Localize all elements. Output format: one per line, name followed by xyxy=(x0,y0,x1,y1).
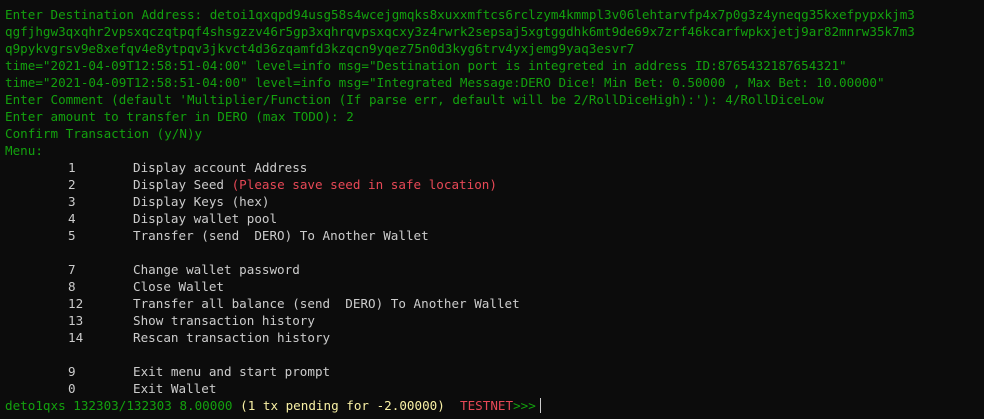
menu-item-number: 12 xyxy=(68,296,84,311)
menu-item[interactable]: 0 Exit Wallet xyxy=(5,380,979,397)
menu-item-label: Rescan transaction history xyxy=(133,330,331,345)
menu-item-number: 3 xyxy=(68,194,76,209)
menu-item-number: 9 xyxy=(68,364,76,379)
confirm-transaction-line: Confirm Transaction (y/N)y xyxy=(5,126,203,141)
menu-item-label: Change wallet password xyxy=(133,262,300,277)
menu-item-number: 5 xyxy=(68,228,76,243)
menu-item-label: Close Wallet xyxy=(133,279,224,294)
destination-address-line: Enter Destination Address: detoi1qxqpd94… xyxy=(5,6,979,23)
menu-item-label: Display account Address xyxy=(133,160,308,175)
menu-item-label: Display Seed xyxy=(133,177,232,192)
menu-title: Menu: xyxy=(5,143,43,158)
destination-address-part-3: q9pykvgrsv9e8xefqv4e8ytpqv3jkvct4d36zqam… xyxy=(5,41,635,56)
menu-item-label: Display wallet pool xyxy=(133,211,278,226)
menu-item-number: 8 xyxy=(68,279,76,294)
menu-item-number: 0 xyxy=(68,381,76,396)
menu-item-label: Exit Wallet xyxy=(133,381,217,396)
wallet-id: deto1qxs xyxy=(5,398,66,413)
menu-item[interactable]: 1 Display account Address xyxy=(5,159,979,176)
comment-prompt-line: Enter Comment (default 'Multiplier/Funct… xyxy=(5,92,824,107)
menu-item[interactable]: 4 Display wallet pool xyxy=(5,210,979,227)
menu-item-number: 1 xyxy=(68,160,76,175)
amount-prompt-line: Enter amount to transfer in DERO (max TO… xyxy=(5,109,354,124)
seed-warning-text: (Please save seed in safe location) xyxy=(231,177,497,192)
menu-group-2: 7 Change wallet password 8 Close Wallet 12… xyxy=(5,261,979,346)
terminal-window[interactable]: Enter Destination Address: detoi1qxqpd94… xyxy=(0,0,984,419)
prompt-symbol: >>> xyxy=(513,398,536,413)
menu-group-1: 1 Display account Address 2 Display Seed (… xyxy=(5,159,979,244)
command-prompt-line[interactable]: deto1qxs 132303/132303 8.00000 (1 tx pen… xyxy=(5,397,979,414)
menu-item[interactable]: 5 Transfer (send DERO) To Another Wallet xyxy=(5,227,979,244)
text-cursor[interactable] xyxy=(539,398,541,413)
menu-item-number: 7 xyxy=(68,262,76,277)
destination-address-part-2: qgfjhgw3qxqhr2vpsxqczqtpqf4shsgzzv46r5gp… xyxy=(5,24,915,39)
menu-item[interactable]: 2 Display Seed (Please save seed in safe … xyxy=(5,176,979,193)
destination-prompt: Enter Destination Address: xyxy=(5,7,210,22)
menu-item[interactable]: 12 Transfer all balance (send DERO) To An… xyxy=(5,295,979,312)
menu-item[interactable]: 14 Rescan transaction history xyxy=(5,329,979,346)
pending-tx-text: (1 tx pending for -2.00000) xyxy=(240,398,445,413)
menu-group-3: 9 Exit menu and start prompt 0 Exit Wallet xyxy=(5,363,979,397)
menu-item-label: Transfer (send DERO) To Another Wallet xyxy=(133,228,429,243)
menu-item-number: 2 xyxy=(68,177,76,192)
log-line-destination-port: time="2021-04-09T12:58:51-04:00" level=i… xyxy=(5,58,847,73)
network-label: TESTNET xyxy=(460,398,514,413)
menu-item-number: 14 xyxy=(68,330,84,345)
menu-item-number: 13 xyxy=(68,313,84,328)
log-line-integrated-message: time="2021-04-09T12:58:51-04:00" level=i… xyxy=(5,75,885,90)
menu-item-number: 4 xyxy=(68,211,76,226)
wallet-balance: 8.00000 xyxy=(179,398,233,413)
block-height: 132303/132303 xyxy=(73,398,172,413)
menu-item[interactable]: 7 Change wallet password xyxy=(5,261,979,278)
menu-item[interactable]: 13 Show transaction history xyxy=(5,312,979,329)
menu-item[interactable]: 9 Exit menu and start prompt xyxy=(5,363,979,380)
destination-address-part-1: detoi1qxqpd94usg58s4wcejgmqks8xuxxmftcs6… xyxy=(209,7,915,22)
menu-item-label: Transfer all balance (send DERO) To Anot… xyxy=(133,296,520,311)
menu-item[interactable]: 8 Close Wallet xyxy=(5,278,979,295)
menu-item[interactable]: 3 Display Keys (hex) xyxy=(5,193,979,210)
menu-item-label: Display Keys (hex) xyxy=(133,194,270,209)
menu-item-label: Show transaction history xyxy=(133,313,315,328)
menu-item-label: Exit menu and start prompt xyxy=(133,364,331,379)
